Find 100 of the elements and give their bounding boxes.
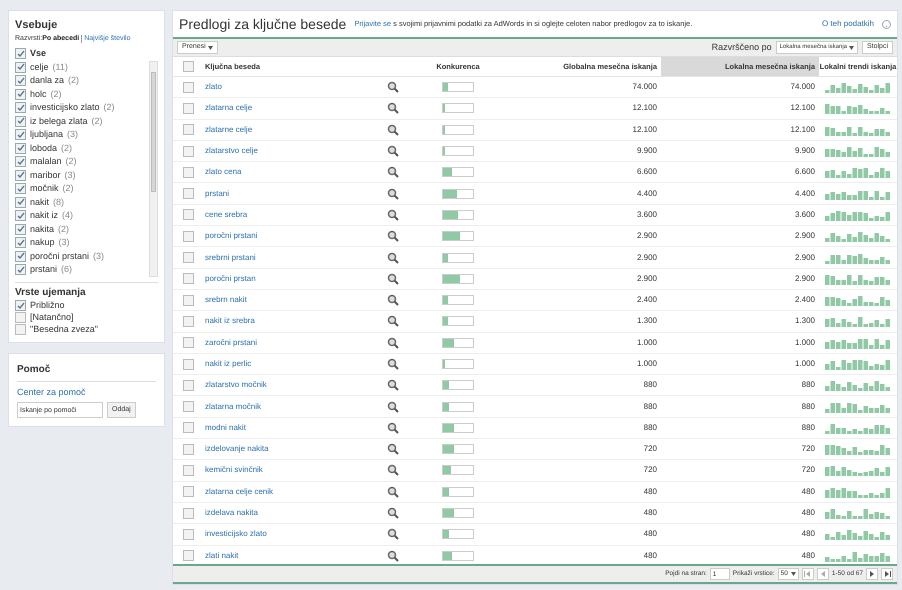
filter-label: holc <box>30 88 47 100</box>
filter-count: (2) <box>62 182 74 195</box>
keyword-link[interactable]: zaročni prstani <box>205 336 387 349</box>
keyword-link[interactable]: investicijsko zlato <box>205 528 387 540</box>
checkbox[interactable] <box>15 264 26 276</box>
checkbox[interactable] <box>15 300 26 311</box>
magnifier-icon[interactable] <box>387 124 399 136</box>
checkbox[interactable] <box>15 75 26 86</box>
magnifier-icon[interactable] <box>387 464 399 476</box>
scrollbar[interactable] <box>149 60 158 276</box>
checkbox[interactable] <box>15 142 26 154</box>
magnifier-icon[interactable] <box>387 400 399 413</box>
checkbox[interactable] <box>15 224 26 235</box>
checkbox[interactable] <box>182 486 194 498</box>
checkbox[interactable] <box>15 129 26 140</box>
keyword-link[interactable]: zlato cena <box>205 166 387 178</box>
checkbox[interactable] <box>182 124 194 136</box>
checkbox[interactable] <box>182 102 194 114</box>
checkbox[interactable] <box>182 273 194 284</box>
checkbox[interactable] <box>182 146 194 157</box>
keyword-link[interactable]: zlatarne celje <box>205 124 387 136</box>
checkbox[interactable] <box>182 61 194 72</box>
magnifier-icon[interactable] <box>387 166 399 178</box>
keyword-link[interactable]: zlatarstvo močnik <box>205 379 387 392</box>
keyword-link[interactable]: prstani <box>205 188 387 200</box>
keyword-link[interactable]: zlati nakit <box>205 550 387 562</box>
keyword-link[interactable]: kemični svinčnik <box>205 464 387 476</box>
checkbox[interactable] <box>15 116 26 127</box>
last-page-button[interactable] <box>881 568 893 580</box>
checkbox[interactable] <box>15 237 26 248</box>
checkbox[interactable] <box>15 48 26 59</box>
checkbox[interactable] <box>182 422 194 434</box>
magnifier-icon[interactable] <box>387 81 399 94</box>
magnifier-icon[interactable] <box>387 336 399 349</box>
magnifier-icon[interactable] <box>387 358 399 370</box>
next-page-button[interactable] <box>866 568 878 580</box>
magnifier-icon[interactable] <box>387 252 399 264</box>
checkbox[interactable] <box>15 324 26 335</box>
about-link[interactable]: O teh podatkih <box>822 18 874 30</box>
checkbox[interactable] <box>182 508 194 519</box>
keyword-link[interactable]: zlato <box>205 81 387 94</box>
checkbox[interactable] <box>182 252 194 264</box>
filter-label: loboda <box>30 142 58 154</box>
checkbox[interactable] <box>182 550 194 562</box>
magnifier-icon[interactable] <box>387 294 399 306</box>
checkbox[interactable] <box>15 210 26 222</box>
checkbox[interactable] <box>15 250 26 262</box>
magnifier-icon[interactable] <box>387 208 399 221</box>
checkbox[interactable] <box>182 464 194 476</box>
checkbox[interactable] <box>15 102 26 114</box>
checkbox[interactable] <box>182 528 194 540</box>
checkbox[interactable] <box>15 88 26 100</box>
checkbox[interactable] <box>182 401 194 412</box>
keyword-link[interactable]: modni nakit <box>205 422 387 434</box>
magnifier-icon[interactable] <box>387 102 399 114</box>
keyword-link[interactable]: nakit iz perlic <box>205 358 387 370</box>
checkbox[interactable] <box>182 230 194 242</box>
keyword-link[interactable]: srebrni prstani <box>205 252 387 264</box>
checkbox[interactable] <box>182 294 194 306</box>
checkbox[interactable] <box>182 444 194 455</box>
magnifier-icon[interactable] <box>387 422 399 434</box>
magnifier-icon[interactable] <box>387 528 399 540</box>
checkbox[interactable] <box>15 62 26 73</box>
keyword-link[interactable]: cene srebra <box>205 208 387 221</box>
checkbox[interactable] <box>15 196 26 208</box>
keyword-link[interactable]: zlatarstvo celje <box>205 145 387 158</box>
magnifier-icon[interactable] <box>387 272 399 285</box>
magnifier-icon[interactable] <box>387 443 399 456</box>
magnifier-icon[interactable] <box>387 507 399 520</box>
keyword-link[interactable]: nakit iz srebra <box>205 315 387 328</box>
keyword-link[interactable]: izdelovanje nakita <box>205 443 387 456</box>
checkbox[interactable] <box>182 337 194 348</box>
checkbox[interactable] <box>15 183 26 194</box>
magnifier-icon[interactable] <box>387 145 399 158</box>
checkbox[interactable] <box>15 156 26 168</box>
magnifier-icon[interactable] <box>387 230 399 242</box>
checkbox[interactable] <box>182 380 194 391</box>
filter-label: poročni prstani <box>30 250 90 263</box>
keyword-link[interactable]: poročni prstani <box>205 230 387 242</box>
checkbox[interactable] <box>15 170 26 181</box>
checkbox[interactable] <box>15 312 26 323</box>
help-link[interactable]: Center za pomoč <box>17 386 156 399</box>
keyword-link[interactable]: srebrn nakit <box>205 294 387 306</box>
magnifier-icon[interactable] <box>387 550 399 562</box>
magnifier-icon[interactable] <box>387 315 399 328</box>
keyword-link[interactable]: izdelava nakita <box>205 507 387 520</box>
keyword-link[interactable]: zlatarna celje cenik <box>205 486 387 498</box>
checkbox[interactable] <box>182 316 194 327</box>
keyword-link[interactable]: zlatarna celje <box>205 102 387 114</box>
magnifier-icon[interactable] <box>387 188 399 200</box>
keyword-link[interactable]: zlatarna močnik <box>205 400 387 413</box>
checkbox[interactable] <box>182 166 194 178</box>
magnifier-icon[interactable] <box>387 486 399 498</box>
checkbox[interactable] <box>182 82 194 93</box>
keyword-link[interactable]: poročni prstan <box>205 272 387 285</box>
checkbox[interactable] <box>182 188 194 200</box>
checkbox[interactable] <box>182 358 194 370</box>
filter-count: (2) <box>66 155 77 168</box>
checkbox[interactable] <box>182 209 194 220</box>
magnifier-icon[interactable] <box>387 379 399 392</box>
